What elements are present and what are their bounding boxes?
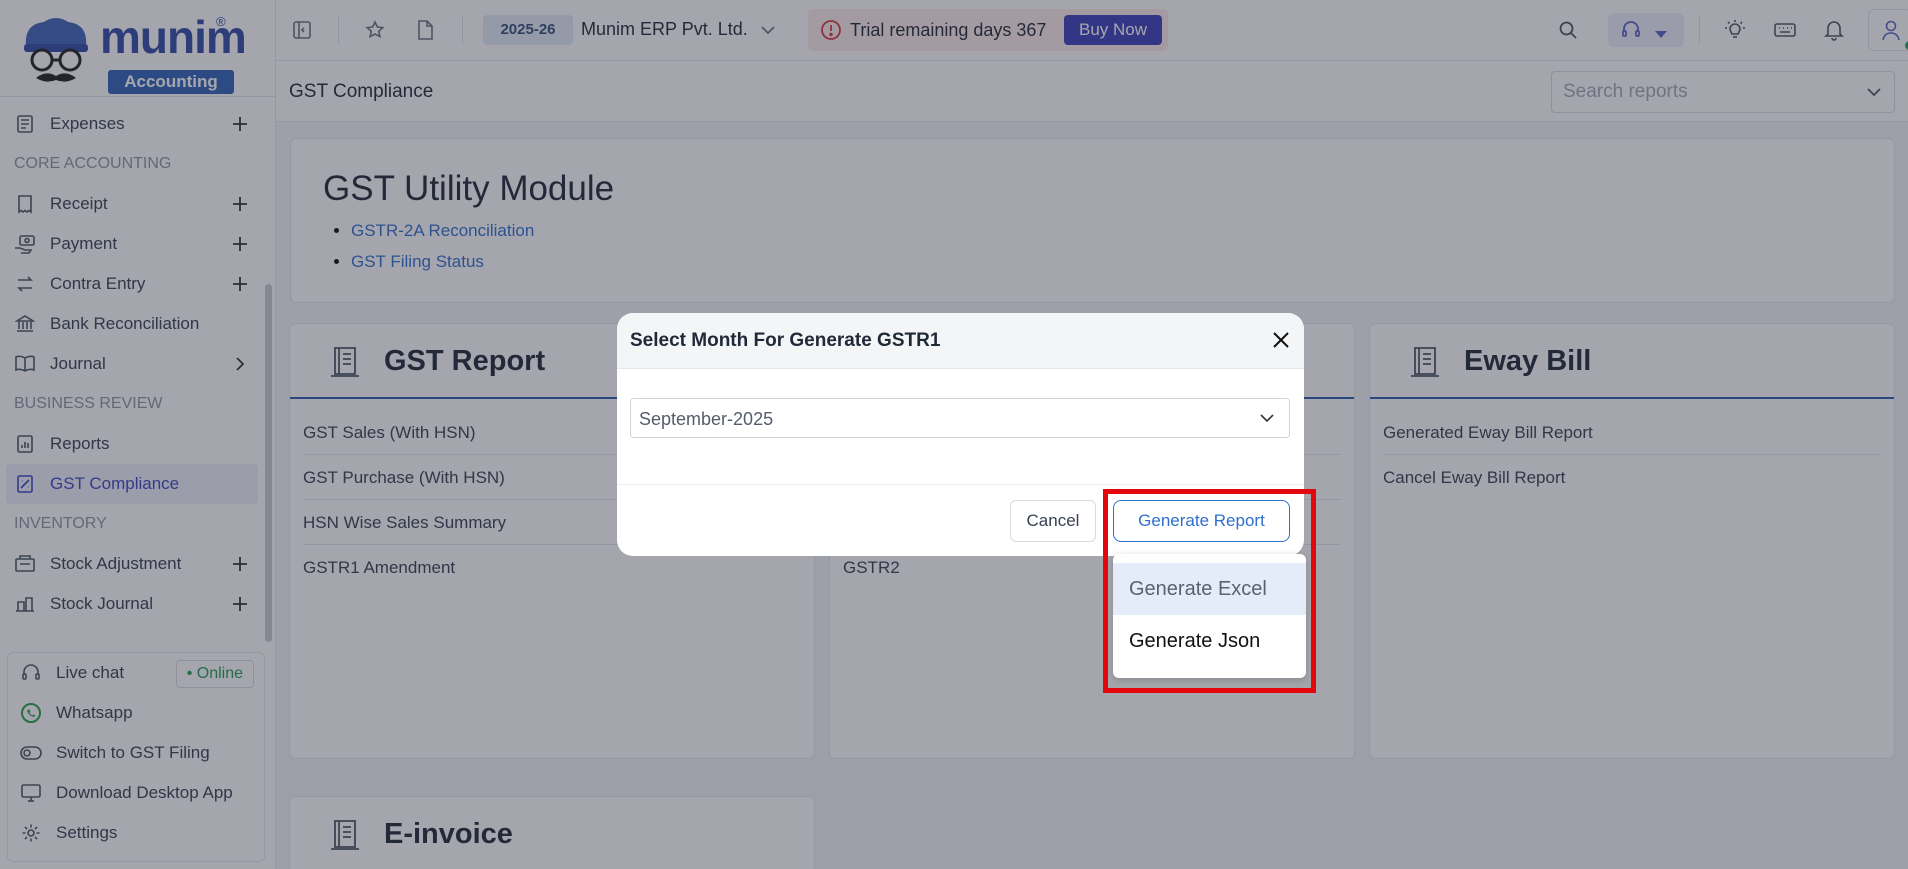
generate-excel-option[interactable]: Generate Excel [1113, 563, 1306, 615]
dialog-footer-divider [617, 484, 1304, 485]
month-select-value: September-2025 [639, 409, 774, 429]
dialog-header: Select Month For Generate GSTR1 [617, 313, 1304, 369]
generate-report-button[interactable]: Generate Report [1113, 500, 1290, 542]
generate-options-menu: Generate Excel Generate Json [1113, 554, 1306, 678]
generate-json-option[interactable]: Generate Json [1113, 615, 1306, 667]
month-select[interactable]: September-2025 [630, 398, 1290, 438]
chevron-down-icon [1259, 410, 1275, 428]
dialog-title: Select Month For Generate GSTR1 [630, 330, 941, 351]
cancel-button[interactable]: Cancel [1010, 500, 1096, 542]
gstr1-month-dialog: Select Month For Generate GSTR1 Septembe… [617, 313, 1304, 556]
close-icon[interactable] [1270, 329, 1292, 351]
